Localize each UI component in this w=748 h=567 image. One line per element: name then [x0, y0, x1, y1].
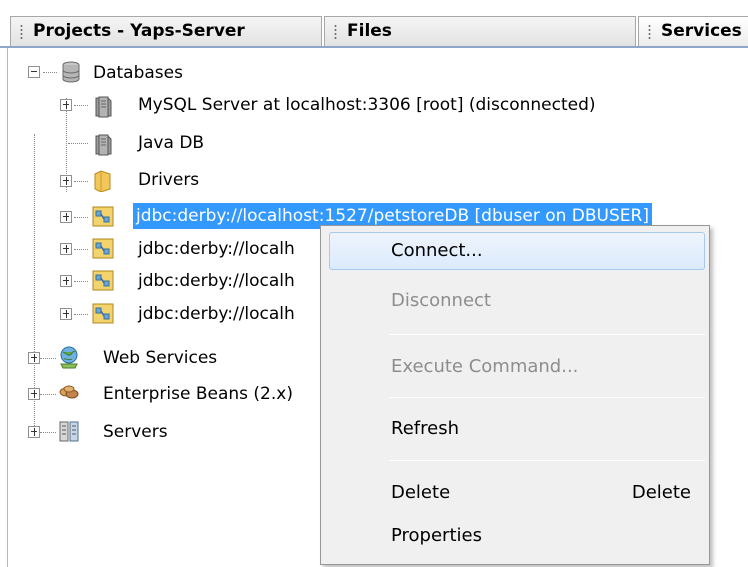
node-label: jdbc:derby://localh [138, 271, 295, 291]
tree-connector [74, 181, 88, 182]
tree-connector [43, 72, 57, 73]
node-label: Servers [103, 422, 168, 442]
menu-item-label: Delete [391, 482, 451, 503]
tree-node-mysql[interactable]: MySQL Server at localhost:3306 [root] (d… [135, 90, 599, 120]
menu-separator [389, 460, 705, 461]
expand-toggle[interactable] [60, 175, 72, 187]
tab-strip: Projects - Yaps-Server Files Services [0, 0, 748, 48]
node-label: Java DB [138, 133, 205, 153]
context-menu: Connect... Disconnect Execute Command...… [320, 225, 710, 565]
folder-icon [92, 168, 114, 192]
tree-connector [68, 143, 88, 144]
menu-separator [389, 334, 705, 335]
tree-node-servers[interactable]: Servers [100, 417, 171, 447]
db-connection-icon [92, 301, 114, 325]
tree-connector [40, 358, 56, 359]
expand-toggle[interactable] [28, 426, 40, 438]
menu-item-refresh[interactable]: Refresh [329, 410, 705, 448]
expand-toggle[interactable] [60, 211, 72, 223]
db-connection-icon [92, 268, 114, 292]
db-connection-icon [92, 204, 114, 228]
node-label: MySQL Server at localhost:3306 [root] (d… [138, 95, 596, 115]
menu-item-execute-command[interactable]: Execute Command... [329, 348, 705, 386]
tree-connector [74, 249, 88, 250]
tab-label: Projects - Yaps-Server [33, 21, 245, 41]
beans-icon [58, 381, 80, 405]
node-label: Drivers [138, 170, 200, 190]
tree-connector [40, 432, 56, 433]
tree-node-drivers[interactable]: Drivers [135, 165, 202, 195]
tree-node-web-services[interactable]: Web Services [100, 343, 220, 373]
menu-separator [389, 397, 705, 398]
expand-toggle[interactable] [28, 352, 40, 364]
menu-accelerator: Delete [631, 482, 691, 503]
tree-node-databases[interactable]: Databases [90, 58, 186, 88]
db-server-icon [92, 94, 114, 118]
database-icon [60, 60, 82, 84]
expand-toggle[interactable] [28, 388, 40, 400]
expand-toggle[interactable] [60, 308, 72, 320]
grip-icon [334, 24, 337, 39]
menu-item-disconnect[interactable]: Disconnect [329, 282, 705, 320]
menu-item-connect[interactable]: Connect... [329, 232, 705, 270]
expand-toggle[interactable] [60, 243, 72, 255]
tree-node-javadb[interactable]: Java DB [135, 128, 207, 158]
tree-connector [74, 281, 88, 282]
globe-icon [58, 345, 80, 369]
tree-connector [74, 314, 88, 315]
tab-projects[interactable]: Projects - Yaps-Server [10, 16, 322, 46]
menu-item-label: Properties [391, 525, 482, 546]
tree-node-connection[interactable]: jdbc:derby://localh [135, 234, 298, 264]
grip-icon [20, 24, 23, 39]
tab-files[interactable]: Files [324, 16, 636, 46]
tree-node-connection[interactable]: jdbc:derby://localh [135, 266, 298, 296]
tree-node-connection[interactable]: jdbc:derby://localh [135, 299, 298, 329]
expand-toggle[interactable] [60, 275, 72, 287]
tree-connector [74, 217, 88, 218]
node-label: jdbc:derby://localh [138, 239, 295, 259]
tab-label: Files [347, 21, 392, 41]
menu-item-label: Disconnect [391, 290, 491, 311]
menu-item-label: Refresh [391, 418, 459, 439]
grip-icon [648, 24, 651, 39]
tree-connector [40, 394, 56, 395]
expand-toggle[interactable] [60, 99, 72, 111]
tab-services[interactable]: Services [638, 16, 748, 46]
menu-item-label: Connect... [391, 240, 483, 261]
tab-label: Services [661, 21, 742, 41]
tree-node-enterprise-beans[interactable]: Enterprise Beans (2.x) [100, 379, 296, 409]
tree-connector [74, 105, 88, 106]
db-connection-icon [92, 236, 114, 260]
menu-item-properties[interactable]: Properties [329, 517, 705, 555]
server-icon [58, 419, 80, 443]
node-label: Web Services [103, 348, 218, 368]
node-label: Databases [93, 63, 183, 83]
menu-item-delete[interactable]: Delete Delete [329, 474, 705, 512]
collapse-toggle[interactable] [28, 66, 40, 78]
node-label: Enterprise Beans (2.x) [103, 384, 293, 404]
db-server-icon [92, 132, 114, 156]
node-label: jdbc:derby://localh [138, 304, 295, 324]
menu-item-label: Execute Command... [391, 356, 579, 377]
